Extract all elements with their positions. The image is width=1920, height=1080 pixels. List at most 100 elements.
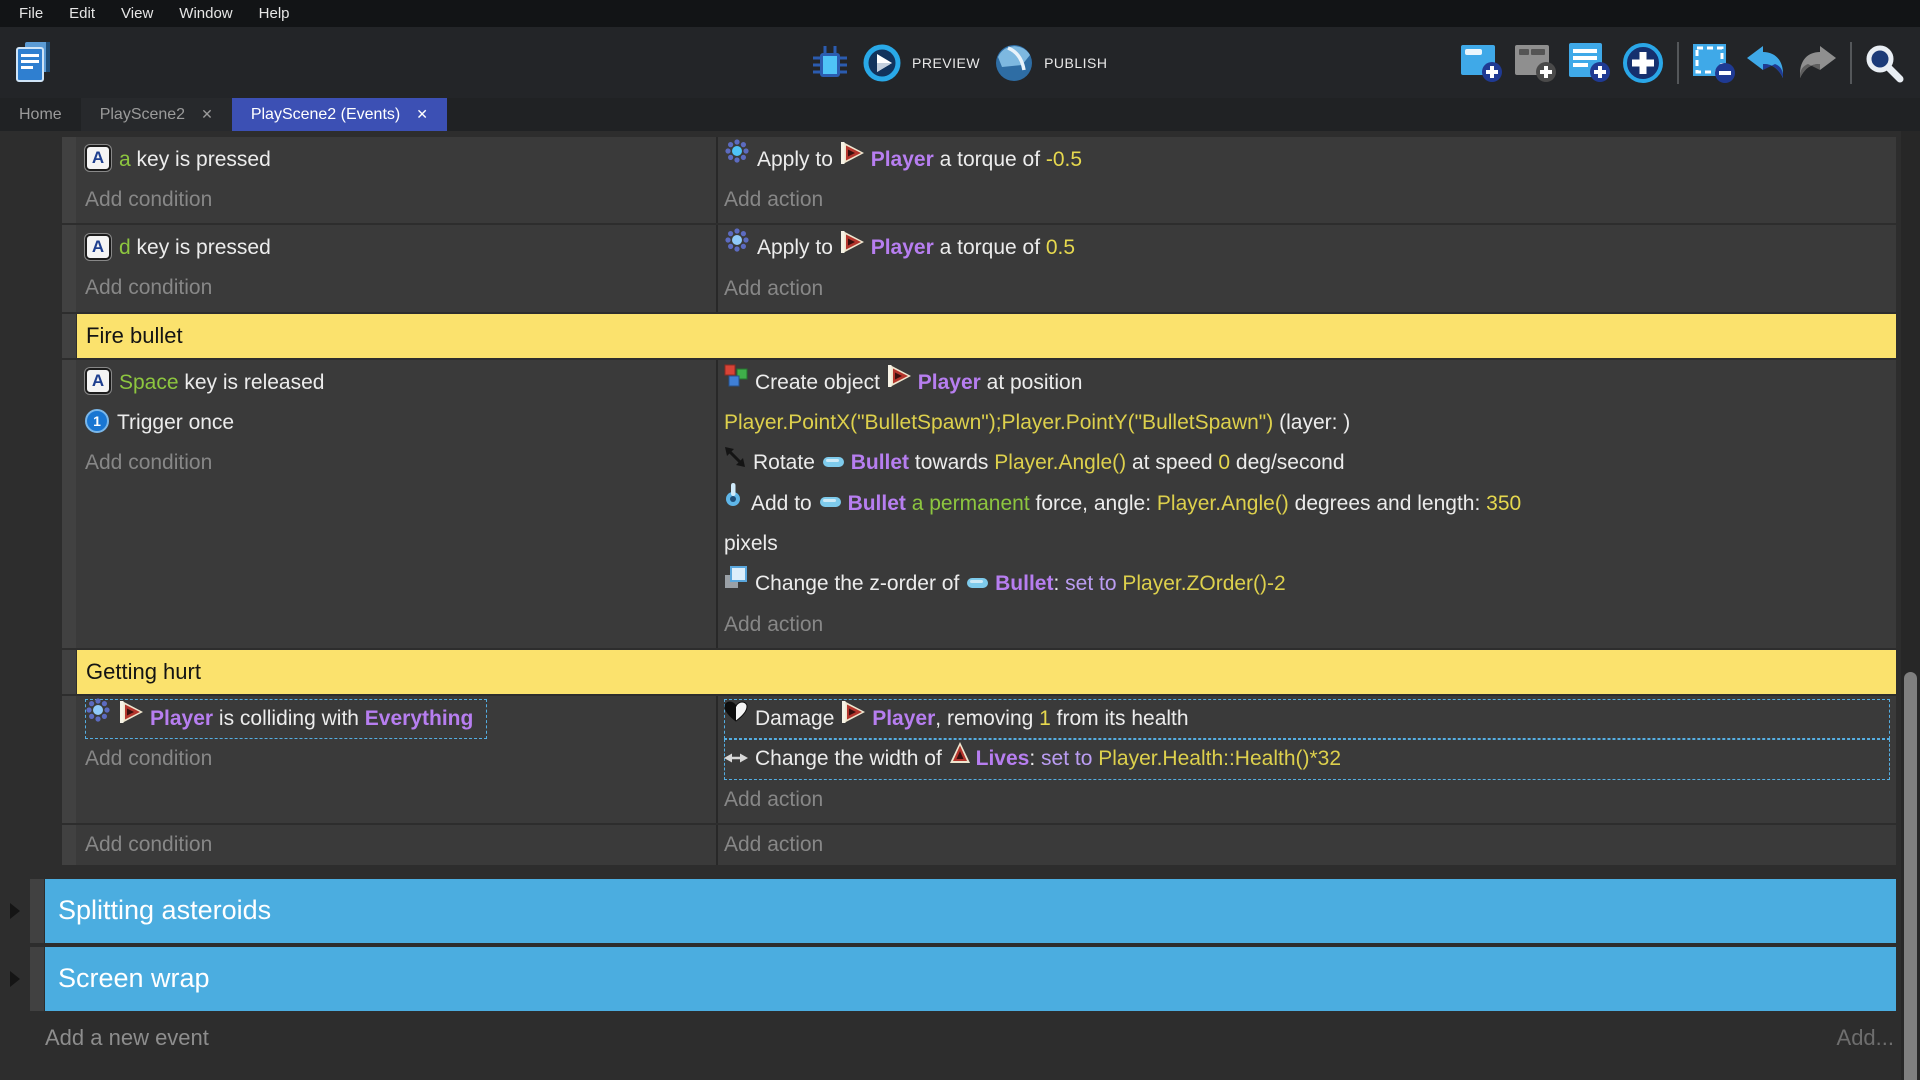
width-icon bbox=[724, 738, 748, 778]
group-splitting-asteroids[interactable]: Splitting asteroids bbox=[30, 879, 1896, 943]
event-gutter[interactable] bbox=[62, 137, 76, 223]
event-gutter[interactable] bbox=[62, 225, 76, 311]
add-condition-button[interactable]: Add condition bbox=[85, 180, 710, 220]
bullet-object-icon bbox=[967, 563, 989, 603]
project-manager-icon[interactable] bbox=[12, 40, 56, 84]
group-title[interactable]: Screen wrap bbox=[45, 947, 1896, 1011]
tab-home[interactable]: Home bbox=[0, 98, 81, 131]
comment-getting-hurt[interactable]: Getting hurt bbox=[62, 650, 1896, 694]
add-new-event-button[interactable]: Add a new event bbox=[45, 1025, 209, 1051]
tab-bar: Home PlayScene2 ✕ PlayScene2 (Events) ✕ bbox=[0, 98, 1920, 131]
add-action-button[interactable]: Add action bbox=[724, 780, 1890, 820]
add-comment-icon[interactable] bbox=[1567, 41, 1612, 84]
menu-view[interactable]: View bbox=[108, 5, 166, 22]
tab-playscene2-events[interactable]: PlayScene2 (Events) ✕ bbox=[232, 98, 447, 131]
actions-column: Create object Player at position Player.… bbox=[718, 360, 1896, 648]
actions-column: Apply to Player a torque of -0.5 Add act… bbox=[718, 137, 1896, 223]
comment-text: Fire bullet bbox=[77, 314, 1896, 358]
event-d-key[interactable]: Ad key is pressed Add condition Apply to… bbox=[62, 225, 1896, 311]
close-icon[interactable]: ✕ bbox=[416, 106, 428, 123]
condition-trigger-once[interactable]: 1Trigger once bbox=[85, 403, 710, 443]
event-gutter[interactable] bbox=[62, 696, 76, 823]
condition-d-key[interactable]: Ad key is pressed bbox=[85, 228, 710, 268]
event-collision[interactable]: Player is colliding with Everything Add … bbox=[62, 696, 1896, 823]
action-create-object-position[interactable]: Player.PointX("BulletSpawn");Player.Poin… bbox=[724, 403, 1890, 443]
add-action-button[interactable]: Add action bbox=[724, 269, 1890, 309]
publish-label[interactable]: PUBLISH bbox=[1044, 55, 1107, 71]
player-object-icon bbox=[841, 227, 865, 267]
event-empty[interactable]: Add condition Add action bbox=[62, 825, 1896, 865]
add-action-button[interactable]: Add action bbox=[724, 825, 1890, 865]
action-rotate-bullet[interactable]: Rotate Bullet towards Player.Angle() at … bbox=[724, 443, 1890, 483]
player-object-icon bbox=[888, 361, 912, 401]
publish-globe-icon[interactable] bbox=[994, 43, 1034, 83]
event-gutter[interactable] bbox=[62, 650, 76, 694]
event-a-key[interactable]: Aa key is pressed Add condition Apply to… bbox=[62, 137, 1896, 223]
zorder-icon bbox=[724, 563, 748, 603]
action-zorder[interactable]: Change the z-order of Bullet: set to Pla… bbox=[724, 564, 1890, 604]
preview-label[interactable]: PREVIEW bbox=[912, 55, 980, 71]
player-object-icon bbox=[842, 697, 866, 737]
action-torque-neg[interactable]: Apply to Player a torque of -0.5 bbox=[724, 140, 1890, 180]
group-screen-wrap[interactable]: Screen wrap bbox=[30, 947, 1896, 1011]
action-add-force[interactable]: Add to Bullet a permanent force, angle: … bbox=[724, 484, 1890, 524]
physics-icon bbox=[724, 227, 750, 267]
action-torque-pos[interactable]: Apply to Player a torque of 0.5 bbox=[724, 228, 1890, 268]
delete-selection-icon[interactable] bbox=[1691, 41, 1736, 84]
condition-space-key[interactable]: ASpace key is released bbox=[85, 363, 710, 403]
bullet-object-icon bbox=[823, 442, 845, 482]
comment-fire-bullet[interactable]: Fire bullet bbox=[62, 314, 1896, 358]
add-subevent-icon[interactable] bbox=[1513, 41, 1558, 84]
scrollbar-thumb[interactable] bbox=[1904, 672, 1917, 1080]
condition-a-key[interactable]: Aa key is pressed bbox=[85, 140, 710, 180]
close-icon[interactable]: ✕ bbox=[201, 106, 213, 123]
tab-home-label: Home bbox=[19, 106, 62, 124]
action-create-object[interactable]: Create object Player at position bbox=[724, 363, 1890, 403]
event-gutter[interactable] bbox=[30, 947, 44, 1011]
events-sheet: Aa key is pressed Add condition Apply to… bbox=[0, 131, 1920, 1080]
redo-icon[interactable] bbox=[1796, 45, 1838, 81]
collision-icon bbox=[85, 697, 111, 737]
keyboard-icon: A bbox=[85, 368, 111, 394]
add-event-icon[interactable] bbox=[1459, 41, 1504, 84]
debug-icon[interactable] bbox=[812, 44, 848, 82]
event-gutter[interactable] bbox=[62, 825, 76, 865]
group-title[interactable]: Splitting asteroids bbox=[45, 879, 1896, 943]
tab-playscene2-label: PlayScene2 bbox=[100, 106, 185, 124]
tab-playscene2[interactable]: PlayScene2 ✕ bbox=[81, 98, 232, 131]
action-change-width-selected[interactable]: Change the width of Lives: set to Player… bbox=[724, 739, 1890, 779]
keyboard-icon: A bbox=[85, 145, 111, 171]
menu-window[interactable]: Window bbox=[166, 5, 245, 22]
scrollbar-track[interactable] bbox=[1901, 131, 1920, 1080]
add-more-button[interactable]: Add... bbox=[1837, 1025, 1894, 1051]
event-space-key[interactable]: ASpace key is released 1Trigger once Add… bbox=[62, 360, 1896, 648]
collapse-arrow-icon[interactable] bbox=[10, 903, 20, 919]
add-action-button[interactable]: Add action bbox=[724, 605, 1890, 645]
add-condition-button[interactable]: Add condition bbox=[85, 268, 710, 308]
menu-edit[interactable]: Edit bbox=[56, 5, 108, 22]
menu-help[interactable]: Help bbox=[246, 5, 303, 22]
physics-icon bbox=[724, 138, 750, 178]
add-circle-icon[interactable] bbox=[1621, 41, 1665, 85]
preview-play-icon[interactable] bbox=[862, 43, 902, 83]
event-gutter[interactable] bbox=[62, 360, 76, 648]
event-gutter[interactable] bbox=[62, 314, 76, 358]
actions-column: Apply to Player a torque of 0.5 Add acti… bbox=[718, 225, 1896, 311]
action-add-force-wrap[interactable]: pixels bbox=[724, 524, 1890, 564]
action-damage-selected[interactable]: Damage Player, removing 1 from its healt… bbox=[724, 699, 1890, 739]
add-condition-button[interactable]: Add condition bbox=[85, 443, 710, 483]
keyboard-icon: A bbox=[85, 234, 111, 260]
event-gutter[interactable] bbox=[30, 879, 44, 943]
condition-collision-selected[interactable]: Player is colliding with Everything bbox=[85, 699, 487, 739]
comment-text: Getting hurt bbox=[77, 650, 1896, 694]
add-condition-button[interactable]: Add condition bbox=[85, 825, 710, 865]
add-condition-button[interactable]: Add condition bbox=[85, 739, 710, 779]
search-icon[interactable] bbox=[1864, 43, 1904, 83]
undo-icon[interactable] bbox=[1745, 45, 1787, 81]
add-action-button[interactable]: Add action bbox=[724, 180, 1890, 220]
conditions-column: ASpace key is released 1Trigger once Add… bbox=[77, 360, 718, 648]
menu-file[interactable]: File bbox=[6, 5, 56, 22]
damage-heart-icon bbox=[724, 697, 748, 737]
actions-column: Damage Player, removing 1 from its healt… bbox=[718, 696, 1896, 823]
collapse-arrow-icon[interactable] bbox=[10, 971, 20, 987]
